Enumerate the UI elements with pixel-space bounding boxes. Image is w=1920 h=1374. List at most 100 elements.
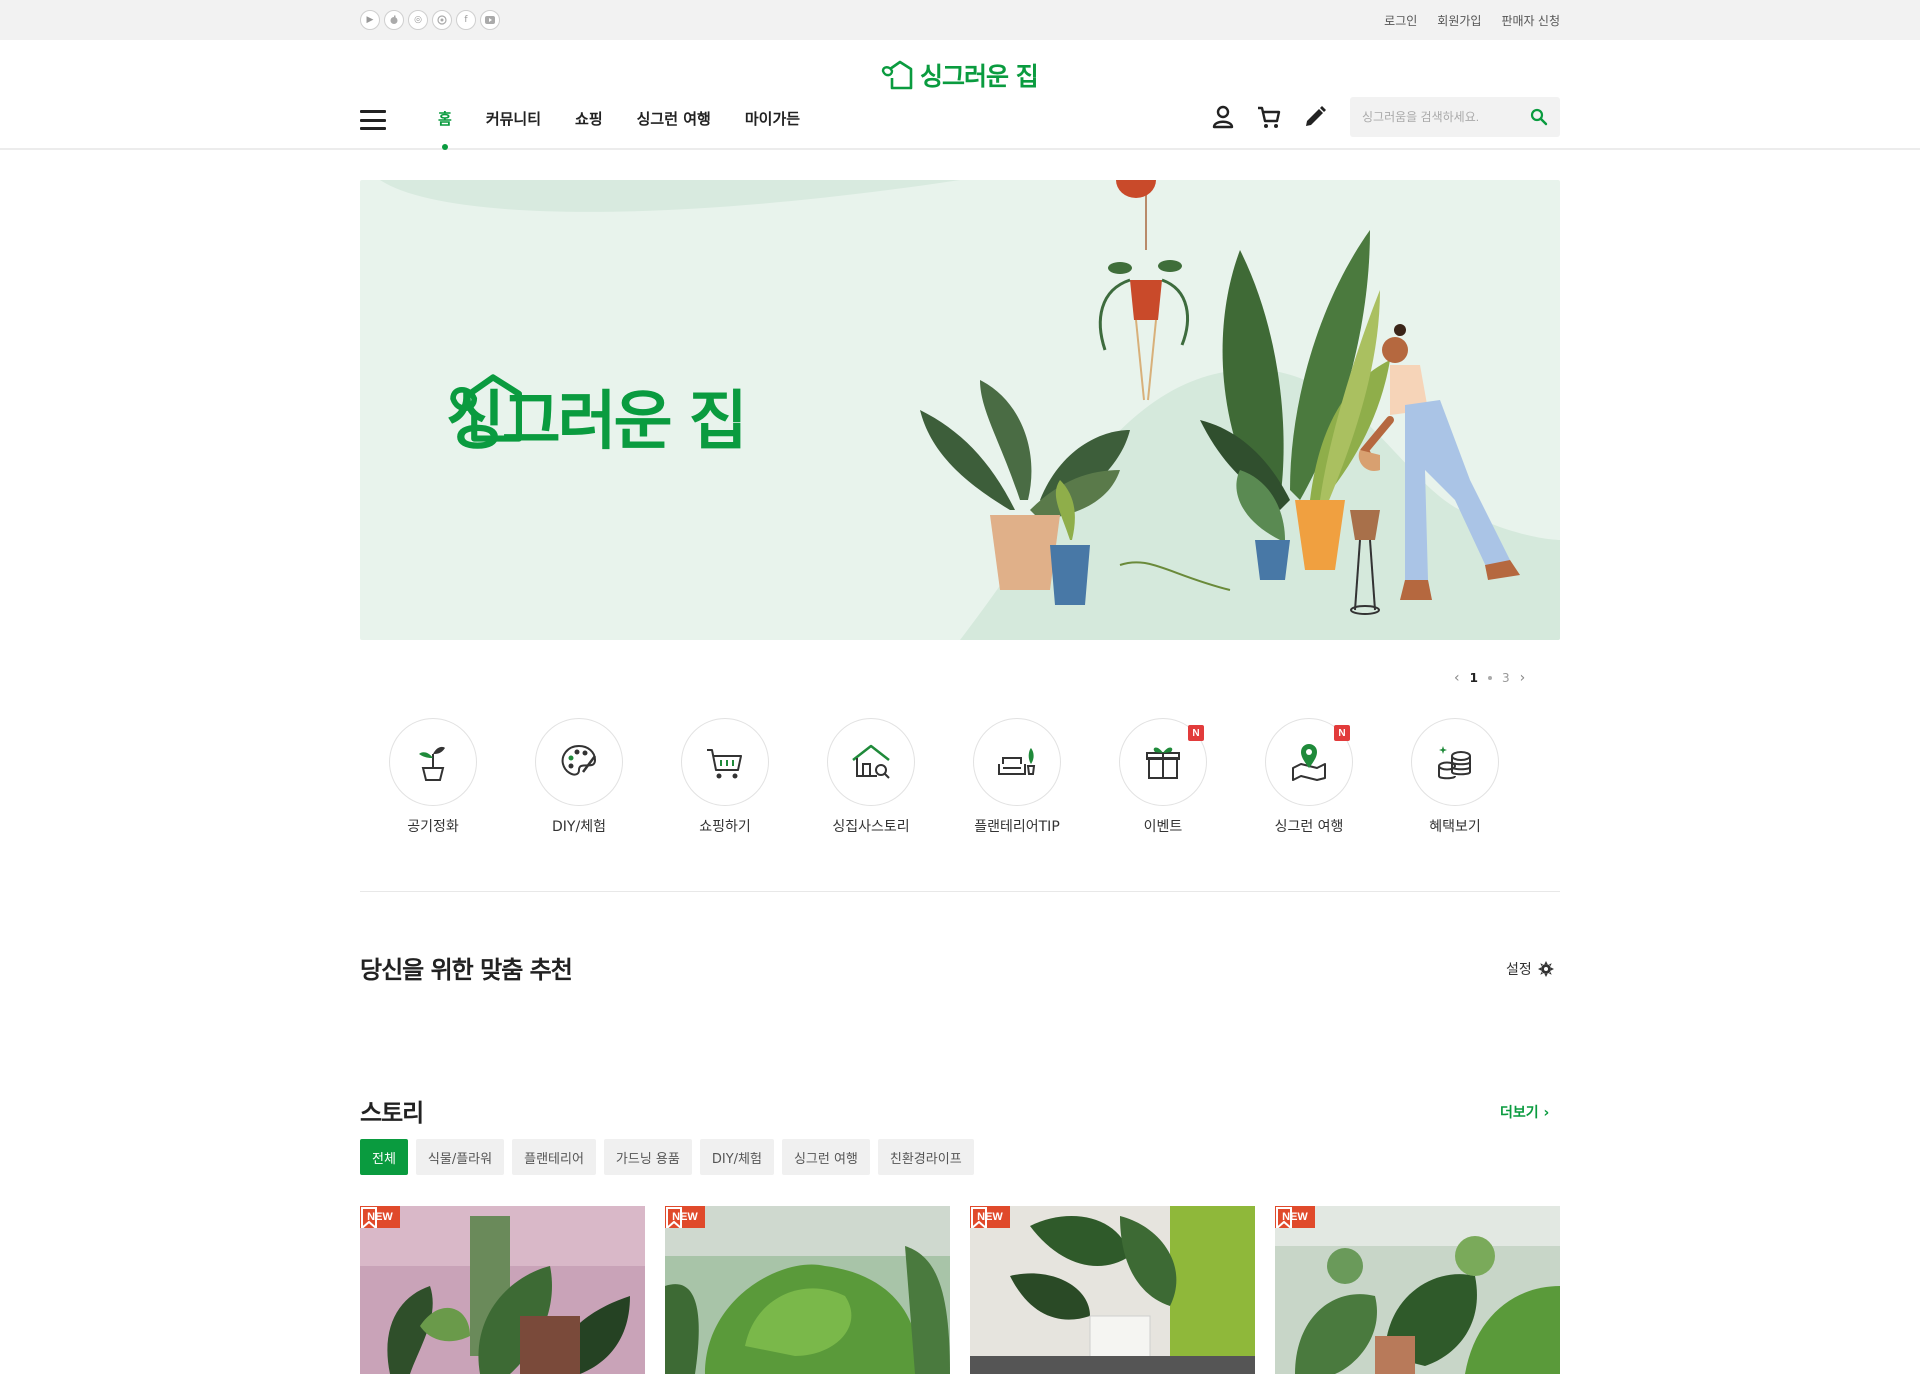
story-card-image: [360, 1206, 645, 1374]
user-icon[interactable]: [1210, 104, 1236, 130]
nav-travel[interactable]: 싱그런 여행: [637, 108, 711, 129]
seller-apply-link[interactable]: 판매자 신청: [1501, 12, 1560, 29]
site-logo[interactable]: 싱그러운 집: [880, 57, 1039, 93]
bookmark-icon[interactable]: [360, 1206, 378, 1228]
nav-mygarden[interactable]: 마이가든: [745, 108, 800, 129]
facebook-icon[interactable]: f: [456, 10, 476, 30]
quick-label: 플랜테리어TIP: [974, 819, 1060, 835]
util-links: 로그인 회원가입 판매자 신청: [1384, 12, 1560, 29]
pager-current: 1: [1469, 671, 1478, 685]
menu-icon[interactable]: [360, 110, 386, 130]
bookmark-icon[interactable]: [1275, 1206, 1293, 1228]
search-box: [1350, 97, 1560, 137]
quick-item-event[interactable]: N 이벤트: [1090, 718, 1236, 836]
recommend-setting-button[interactable]: 설정: [1506, 959, 1554, 979]
section-divider: [360, 891, 1560, 892]
quick-circle: [535, 718, 623, 806]
social-links: ▶ ◎ f: [360, 10, 500, 30]
quick-item-diy[interactable]: DIY/체험: [506, 718, 652, 836]
nav-community[interactable]: 커뮤니티: [486, 108, 541, 129]
story-card[interactable]: NEW: [1275, 1206, 1560, 1374]
google-play-icon[interactable]: ▶: [360, 10, 380, 30]
quick-menu: 공기정화 DIY/체험 쇼핑하기 싱집사스토리 플랜테리어TIP N 이벤트 N…: [360, 718, 1560, 836]
house-leaf-logo-icon: [450, 374, 522, 442]
story-card[interactable]: NEW: [970, 1206, 1255, 1374]
new-badge: N: [1188, 725, 1204, 741]
setting-label: 설정: [1506, 962, 1532, 978]
quick-item-shop[interactable]: 쇼핑하기: [652, 718, 798, 836]
signup-link[interactable]: 회원가입: [1437, 12, 1481, 29]
story-cards: NEW NEW NEW NEW: [360, 1206, 1560, 1374]
gear-icon: [1537, 961, 1554, 977]
quick-circle: [973, 718, 1061, 806]
pager-total: 3: [1501, 671, 1510, 685]
quick-item-story[interactable]: 싱집사스토리: [798, 718, 944, 836]
quick-circle: [1411, 718, 1499, 806]
quick-circle: N: [1265, 718, 1353, 806]
kakao-story-icon[interactable]: [432, 10, 452, 30]
bookmark-icon[interactable]: [970, 1206, 988, 1228]
recommend-title: 당신을 위한 맞춤 추천: [360, 956, 573, 984]
quick-circle: [827, 718, 915, 806]
story-category-chips: 전체 식물/플라워 플랜테리어 가드닝 용품 DIY/체험 싱그런 여행 친환경…: [360, 1139, 974, 1175]
quick-label: 싱그런 여행: [1274, 819, 1344, 835]
quick-label: DIY/체험: [552, 819, 606, 835]
instagram-icon[interactable]: ◎: [408, 10, 428, 30]
chip-planterior[interactable]: 플랜테리어: [512, 1139, 596, 1175]
pager-prev-icon[interactable]: ‹: [1454, 670, 1460, 686]
quick-item-benefit[interactable]: 혜택보기: [1382, 718, 1528, 836]
quick-circle: N: [1119, 718, 1207, 806]
header: 싱그러운 집 홈 커뮤니티 쇼핑 싱그런 여행 마이가든: [0, 40, 1920, 150]
cart-icon[interactable]: [1256, 104, 1282, 130]
chip-gardening-supplies[interactable]: 가드닝 용품: [603, 1139, 692, 1175]
quick-item-travel[interactable]: N 싱그런 여행: [1236, 718, 1382, 836]
house-search-icon: [852, 744, 890, 779]
chip-plant-flower[interactable]: 식물/플라워: [415, 1139, 505, 1175]
house-leaf-logo-icon: [881, 60, 913, 90]
chip-travel[interactable]: 싱그런 여행: [781, 1139, 870, 1175]
hero-logo: 싱그러운 집: [446, 370, 748, 462]
login-link[interactable]: 로그인: [1384, 12, 1417, 29]
chip-eco-life[interactable]: 친환경라이프: [877, 1139, 974, 1175]
cart-icon: [707, 749, 742, 779]
quick-item-air[interactable]: 공기정화: [360, 718, 506, 836]
chip-all[interactable]: 전체: [360, 1139, 408, 1175]
apple-icon[interactable]: [384, 10, 404, 30]
nav-shopping[interactable]: 쇼핑: [575, 108, 603, 129]
story-card-image: [665, 1206, 950, 1374]
quick-label: 싱집사스토리: [832, 819, 910, 835]
write-icon[interactable]: [1302, 104, 1328, 130]
plant-pot-icon: [419, 746, 445, 781]
story-card[interactable]: NEW: [665, 1206, 950, 1374]
search-icon[interactable]: [1530, 108, 1548, 126]
story-card[interactable]: NEW: [360, 1206, 645, 1374]
hero-banner[interactable]: 싱그러운 집: [360, 180, 1560, 640]
quick-label: 이벤트: [1143, 819, 1183, 835]
palette-icon: [561, 744, 597, 776]
pager-separator: [1487, 676, 1492, 680]
new-badge: N: [1334, 725, 1350, 741]
quick-label: 혜택보기: [1429, 819, 1481, 835]
story-card-image: [970, 1206, 1255, 1374]
top-utility-bar: ▶ ◎ f 로그인 회원가입 판매자 신청: [0, 0, 1920, 40]
chevron-right-icon: ›: [1543, 1105, 1550, 1121]
search-input[interactable]: [1362, 107, 1512, 127]
pager-next-icon[interactable]: ›: [1520, 670, 1526, 686]
site-logo-text: 싱그러운 집: [920, 62, 1039, 91]
chip-diy[interactable]: DIY/체험: [699, 1139, 774, 1175]
coins-icon: [1438, 746, 1471, 780]
map-pin-icon: [1292, 744, 1326, 781]
quick-label: 공기정화: [407, 819, 459, 835]
story-more-link[interactable]: 더보기 ›: [1500, 1102, 1549, 1122]
gift-icon: [1146, 747, 1180, 779]
youtube-icon[interactable]: [480, 10, 500, 30]
quick-label: 쇼핑하기: [699, 819, 751, 835]
sofa-plant-icon: [998, 748, 1036, 775]
nav-home[interactable]: 홈: [438, 108, 452, 150]
header-icons: [1210, 104, 1328, 130]
quick-circle: [681, 718, 769, 806]
quick-circle: [389, 718, 477, 806]
hero-pager: ‹ 1 3 ›: [1454, 670, 1525, 686]
quick-item-tip[interactable]: 플랜테리어TIP: [944, 718, 1090, 836]
bookmark-icon[interactable]: [665, 1206, 683, 1228]
